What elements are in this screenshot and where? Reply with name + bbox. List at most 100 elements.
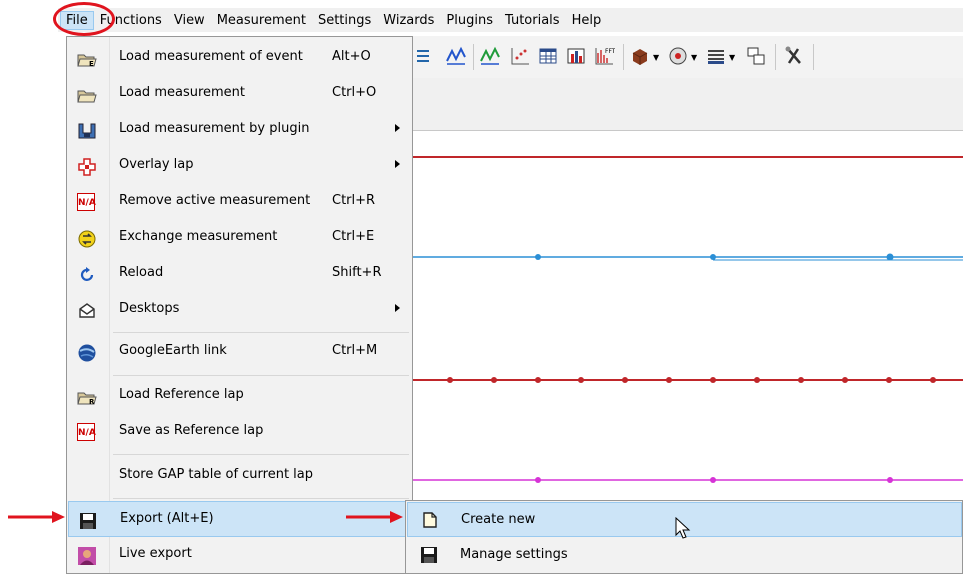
submenu-arrow-icon xyxy=(395,160,400,168)
trace-point xyxy=(842,377,848,383)
trace-point xyxy=(886,253,894,261)
lines-icon[interactable] xyxy=(705,45,727,67)
mouse-cursor-icon xyxy=(675,517,691,539)
globe-icon xyxy=(78,344,96,362)
chevron-down-icon[interactable]: ▼ xyxy=(653,53,659,62)
menu-item-live-export[interactable]: Live export xyxy=(68,537,411,573)
menu-item-shortcut: Ctrl+M xyxy=(332,343,378,358)
chevron-down-icon[interactable]: ▼ xyxy=(729,53,735,62)
folder-event-icon: E xyxy=(77,54,97,68)
menu-separator xyxy=(113,332,409,333)
menu-item-label: Load measurement by plugin xyxy=(119,121,310,136)
menu-item-label: Reload xyxy=(119,265,164,280)
file-menu-dropdown: E Load measurement of event Alt+O Load m… xyxy=(66,36,413,574)
submenu-item-label: Create new xyxy=(461,512,536,527)
menu-separator xyxy=(113,375,409,376)
menu-item-label: Load Reference lap xyxy=(119,387,244,402)
trace-point xyxy=(535,254,541,260)
plugin-icon xyxy=(78,123,96,139)
menu-item-label: Load measurement of event xyxy=(119,49,303,64)
scatter-icon[interactable] xyxy=(509,45,531,67)
desktops-icon xyxy=(79,303,95,318)
trace-point xyxy=(666,377,672,383)
trace-point xyxy=(887,477,893,483)
menu-file[interactable]: File xyxy=(60,10,94,30)
menu-item-exchange-measurement[interactable]: Exchange measurement Ctrl+E xyxy=(68,220,411,256)
menu-item-load-measurement[interactable]: Load measurement Ctrl+O xyxy=(68,76,411,112)
red-arrow-annotation-icon xyxy=(8,511,65,523)
trace-point xyxy=(798,377,804,383)
menu-item-googleearth-link[interactable]: GoogleEarth link Ctrl+M xyxy=(68,334,411,370)
menu-item-label: Overlay lap xyxy=(119,157,194,172)
menu-item-shortcut: Ctrl+E xyxy=(332,229,375,244)
menu-item-reload[interactable]: Reload Shift+R xyxy=(68,256,411,292)
na-icon: N/A xyxy=(77,193,97,213)
menu-item-overlay-lap[interactable]: Overlay lap xyxy=(68,148,411,184)
menu-item-shortcut: Shift+R xyxy=(332,265,382,280)
trace-point xyxy=(754,377,760,383)
menu-settings[interactable]: Settings xyxy=(312,13,377,28)
svg-text:FFT: FFT xyxy=(605,48,615,55)
submenu-arrow-icon xyxy=(395,124,400,132)
curve-blue-icon[interactable] xyxy=(445,45,467,67)
trace-point xyxy=(886,377,892,383)
histogram-icon[interactable] xyxy=(565,45,587,67)
menu-view[interactable]: View xyxy=(168,13,211,28)
reload-icon xyxy=(80,267,94,281)
gauge-icon[interactable] xyxy=(667,45,689,67)
menu-measurement[interactable]: Measurement xyxy=(211,13,312,28)
menu-separator xyxy=(113,498,409,499)
na-icon: N/A xyxy=(77,423,97,443)
menu-help[interactable]: Help xyxy=(566,13,608,28)
svg-text:E: E xyxy=(89,60,94,68)
menu-plugins[interactable]: Plugins xyxy=(440,13,499,28)
menu-item-load-measurement-of-event[interactable]: E Load measurement of event Alt+O xyxy=(68,40,411,76)
curve-green-icon[interactable] xyxy=(479,45,501,67)
exchange-icon xyxy=(78,230,96,248)
menu-item-load-reference-lap[interactable]: R Load Reference lap xyxy=(68,378,411,414)
menu-item-desktops[interactable]: Desktops xyxy=(68,292,411,328)
menu-item-label: Store GAP table of current lap xyxy=(119,467,314,482)
tab-strip xyxy=(413,78,963,131)
trace-point xyxy=(710,254,716,260)
menu-item-store-gap-table[interactable]: Store GAP table of current lap xyxy=(68,458,411,494)
menu-item-remove-active-measurement[interactable]: N/A Remove active measurement Ctrl+R xyxy=(68,184,411,220)
floppy-disk-icon xyxy=(80,513,96,529)
menu-item-save-as-reference-lap[interactable]: N/A Save as Reference lap xyxy=(68,414,411,450)
folder-open-icon xyxy=(77,90,97,103)
live-export-icon xyxy=(78,547,96,565)
overlay-icon xyxy=(78,158,96,176)
list-icon[interactable] xyxy=(415,45,437,67)
trace-point xyxy=(622,377,628,383)
trace-point xyxy=(578,377,584,383)
table-icon[interactable] xyxy=(537,45,559,67)
menu-bar: File Functions View Measurement Settings… xyxy=(58,8,963,32)
trace-point xyxy=(535,377,541,383)
tools-icon[interactable] xyxy=(783,45,805,67)
fft-icon[interactable]: FFT xyxy=(593,45,615,67)
svg-text:R: R xyxy=(89,398,95,406)
menu-item-label: Save as Reference lap xyxy=(119,423,264,438)
menu-functions[interactable]: Functions xyxy=(94,13,168,28)
menu-item-shortcut: Ctrl+O xyxy=(332,85,377,100)
trace-point xyxy=(710,377,716,383)
chevron-down-icon[interactable]: ▼ xyxy=(691,53,697,62)
menu-wizards[interactable]: Wizards xyxy=(377,13,440,28)
new-document-icon xyxy=(423,512,437,528)
na-icon-text: N/A xyxy=(77,193,96,211)
menu-item-load-measurement-by-plugin[interactable]: Load measurement by plugin xyxy=(68,112,411,148)
menu-item-label: GoogleEarth link xyxy=(119,343,227,358)
folder-reference-icon: R xyxy=(77,392,97,406)
windows-icon[interactable] xyxy=(745,45,767,67)
submenu-item-label: Manage settings xyxy=(460,547,568,562)
menu-item-label: Live export xyxy=(119,546,192,561)
red-arrow-annotation-icon xyxy=(346,511,403,523)
menu-item-label: Remove active measurement xyxy=(119,193,311,208)
menu-item-shortcut: Ctrl+R xyxy=(332,193,376,208)
submenu-arrow-icon xyxy=(395,304,400,312)
trace-point xyxy=(535,477,541,483)
menu-tutorials[interactable]: Tutorials xyxy=(499,13,566,28)
trace-point xyxy=(930,377,936,383)
submenu-item-manage-settings[interactable]: Manage settings xyxy=(407,538,962,573)
box-icon[interactable] xyxy=(629,45,651,67)
